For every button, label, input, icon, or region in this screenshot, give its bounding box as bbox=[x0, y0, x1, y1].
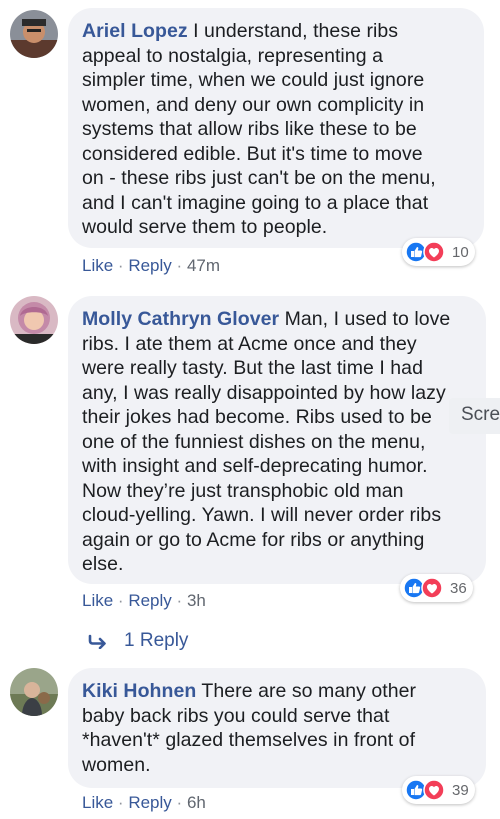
comment-text-line: and I can't imagine going to a place tha… bbox=[82, 191, 429, 214]
separator: · bbox=[176, 793, 183, 812]
separator: · bbox=[176, 256, 183, 275]
comment-text-line: women, and deny our own complicity in bbox=[82, 93, 425, 116]
reaction-count: 10 bbox=[452, 243, 469, 261]
separator: · bbox=[117, 256, 124, 275]
like-link[interactable]: Like bbox=[82, 591, 113, 610]
view-replies-link[interactable]: 1 Reply bbox=[88, 630, 188, 652]
comment-text-line: Now they’re just transphobic old man bbox=[82, 479, 404, 502]
reply-link[interactable]: Reply bbox=[128, 256, 171, 275]
comment-author[interactable]: Ariel Lopez bbox=[82, 20, 188, 42]
love-reaction-icon bbox=[423, 241, 445, 263]
comment-bubble: Kiki Hohnen There are so many other baby… bbox=[68, 668, 486, 788]
comment-actions: Like · Reply · 6h bbox=[82, 793, 206, 813]
comment-text-line: on - these ribs just can't be on the men… bbox=[82, 167, 436, 189]
view-replies-label: 1 Reply bbox=[124, 630, 189, 651]
comment-text-line: I understand, these ribs bbox=[187, 20, 399, 42]
comment-text-line: ribs. I ate them at Acme once and they bbox=[82, 332, 417, 355]
comment-timestamp[interactable]: 6h bbox=[187, 793, 206, 812]
comment-text-line: were really tasty. But the last time I h… bbox=[82, 357, 423, 379]
reaction-summary[interactable]: 36 bbox=[400, 574, 473, 602]
comment-text-line: with insight and self-deprecating humor. bbox=[82, 455, 428, 477]
comment-text-line: else. bbox=[82, 553, 124, 575]
like-link[interactable]: Like bbox=[82, 793, 113, 812]
comment-text-line: their jokes had become. Ribs used to be bbox=[82, 406, 432, 428]
comment-text-line: There are so many other bbox=[196, 680, 417, 702]
reaction-summary[interactable]: 39 bbox=[402, 776, 475, 804]
comment-author[interactable]: Molly Cathryn Glover bbox=[82, 308, 279, 330]
reply-link[interactable]: Reply bbox=[128, 793, 171, 812]
separator: · bbox=[117, 793, 124, 812]
reaction-count: 36 bbox=[450, 579, 467, 597]
avatar[interactable] bbox=[10, 10, 58, 58]
separator: · bbox=[176, 591, 183, 610]
comment-text-line: simpler time, when we could just ignore bbox=[82, 69, 425, 91]
comment-text-line: one of the funniest dishes on the menu, bbox=[82, 430, 426, 453]
comment-text-line: baby back ribs you could serve that bbox=[82, 704, 390, 727]
comment-text-line: considered edible. But it's time to move bbox=[82, 142, 423, 165]
avatar[interactable] bbox=[10, 296, 58, 344]
love-reaction-icon bbox=[421, 577, 443, 599]
reaction-count: 39 bbox=[452, 781, 469, 799]
reaction-summary[interactable]: 10 bbox=[402, 238, 475, 266]
comment-timestamp[interactable]: 47m bbox=[187, 256, 220, 275]
comment-actions: Like · Reply · 47m bbox=[82, 256, 220, 276]
comment-text-line: would serve them to people. bbox=[82, 216, 328, 238]
comment-actions: Like · Reply · 3h bbox=[82, 591, 206, 611]
screenshot-tooltip: Scre bbox=[449, 398, 500, 434]
comment-bubble: Ariel Lopez I understand, these ribs app… bbox=[68, 8, 484, 248]
comment-author[interactable]: Kiki Hohnen bbox=[82, 680, 196, 702]
like-link[interactable]: Like bbox=[82, 256, 113, 275]
comment-text-line: women. bbox=[82, 753, 151, 776]
reply-arrow-icon bbox=[88, 634, 106, 649]
comment-text-line: cloud-yelling. Yawn. I will never order … bbox=[82, 504, 442, 526]
comment-text-line: Man, I used to love bbox=[279, 308, 451, 330]
comment-text-line: appeal to nostalgia, representing a bbox=[82, 44, 383, 67]
reply-link[interactable]: Reply bbox=[128, 591, 171, 610]
comment-text-line: again or go to Acme for ribs or anything bbox=[82, 528, 425, 551]
comment-text-line: any, I was really disappointed by how la… bbox=[82, 381, 446, 404]
comment-text-line: *haven't* glazed themselves in front of bbox=[82, 729, 416, 751]
separator: · bbox=[117, 591, 124, 610]
comment-timestamp[interactable]: 3h bbox=[187, 591, 206, 610]
comment-bubble: Molly Cathryn Glover Man, I used to love… bbox=[68, 296, 486, 584]
comment-text-line: systems that allow ribs like these to be bbox=[82, 118, 417, 140]
avatar[interactable] bbox=[10, 668, 58, 716]
love-reaction-icon bbox=[423, 779, 445, 801]
